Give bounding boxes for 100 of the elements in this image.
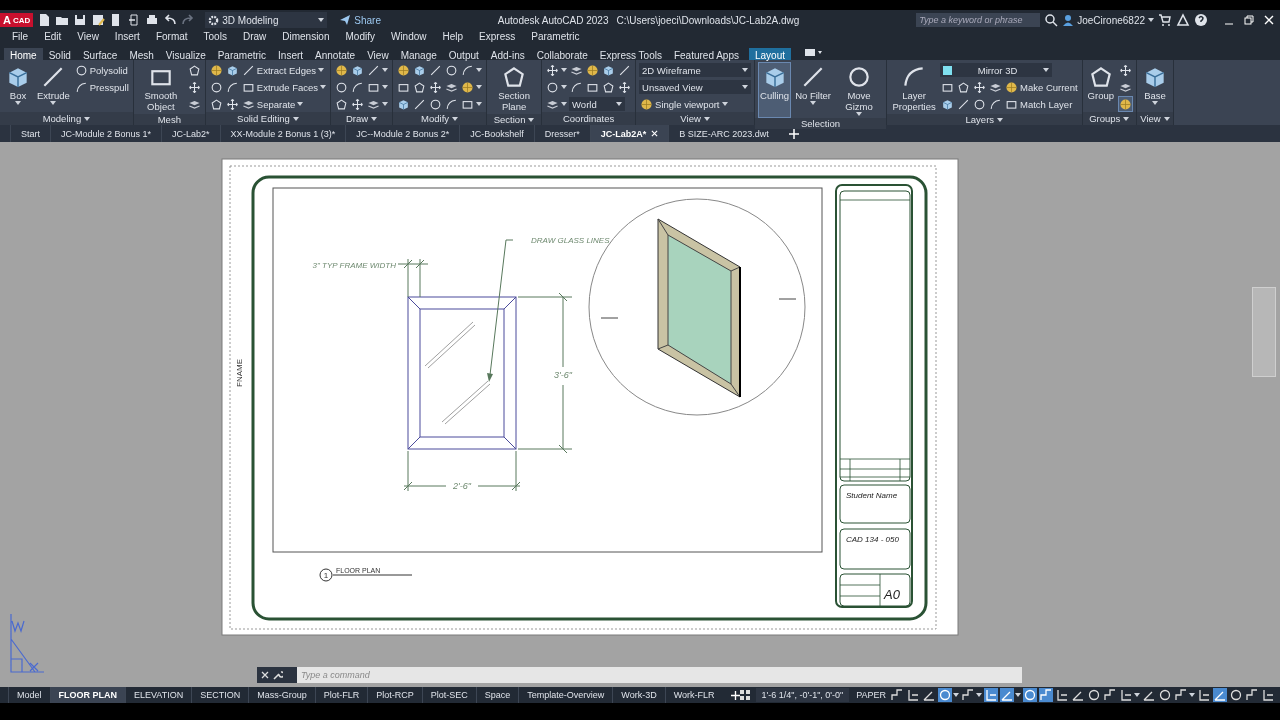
share-button[interactable]: Share xyxy=(339,14,381,26)
sheet-tab[interactable]: FLOOR PLAN xyxy=(49,687,125,703)
tool-button[interactable]: Extract Edges xyxy=(240,62,325,78)
menu-item[interactable]: Parametric xyxy=(523,31,588,42)
tool-button[interactable] xyxy=(545,62,569,78)
panel-title[interactable]: Modify xyxy=(393,112,487,125)
save-as-icon[interactable] xyxy=(91,13,106,27)
panel-toggle-icon[interactable] xyxy=(805,48,823,57)
panel-title[interactable]: Solid Editing xyxy=(205,112,331,125)
status-toggle[interactable] xyxy=(960,688,984,702)
panel-title[interactable]: Selection xyxy=(755,118,887,129)
ribbon-tab[interactable]: Insert xyxy=(272,48,310,60)
workspace-dropdown[interactable]: 3D Modeling xyxy=(205,12,328,28)
command-field[interactable]: Type a command xyxy=(297,667,1022,683)
status-toggle[interactable] xyxy=(1038,688,1055,702)
menu-item[interactable]: View xyxy=(69,31,107,42)
restore-icon[interactable] xyxy=(1242,13,1256,27)
ribbon-button[interactable]: No Filter xyxy=(793,62,834,118)
triangle-icon[interactable] xyxy=(1176,13,1190,27)
search-icon[interactable] xyxy=(1044,13,1059,27)
menu-item[interactable]: Dimension xyxy=(274,31,338,42)
grid-icon[interactable] xyxy=(739,690,750,700)
ribbon-button[interactable]: Section Plane xyxy=(490,62,539,114)
ribbon-button[interactable]: Base xyxy=(1140,62,1170,112)
ribbon-button[interactable]: Smooth Object xyxy=(136,62,185,114)
status-toggle[interactable] xyxy=(1173,688,1197,702)
ribbon-tab[interactable]: View xyxy=(361,48,395,60)
tool-button[interactable] xyxy=(208,62,224,78)
search-field[interactable]: Type a keyword or phrase xyxy=(916,13,1041,27)
ribbon-tab[interactable]: Solid xyxy=(42,48,77,60)
wrench-icon[interactable] xyxy=(273,670,283,680)
tool-button[interactable]: Presspull xyxy=(73,79,130,95)
menu-item[interactable]: Format xyxy=(147,31,196,42)
ribbon-tab[interactable]: Home xyxy=(4,48,43,60)
ribbon-button[interactable]: Culling xyxy=(758,62,792,118)
add-tab-icon[interactable] xyxy=(730,690,740,700)
tool-button[interactable]: Single viewport xyxy=(639,96,729,112)
dropdown[interactable]: World xyxy=(569,97,626,111)
status-toggle[interactable] xyxy=(1212,688,1229,702)
dropdown[interactable]: Unsaved View xyxy=(639,80,752,94)
panel-title[interactable]: Layers xyxy=(887,114,1082,125)
panel-title[interactable]: Coordinates xyxy=(542,112,636,125)
menu-item[interactable]: Tools xyxy=(195,31,235,42)
ribbon-tab[interactable]: Add-ins xyxy=(484,48,531,60)
status-toggle[interactable] xyxy=(983,688,1000,702)
close-icon[interactable] xyxy=(261,671,269,679)
panel-title[interactable]: View xyxy=(636,112,755,125)
ribbon-tab[interactable]: Collaborate xyxy=(530,48,594,60)
tool-button[interactable]: Make Current xyxy=(1004,79,1079,95)
tool-button[interactable]: Match Layer xyxy=(1004,96,1074,112)
help-icon[interactable] xyxy=(1194,13,1208,27)
ribbon-tab[interactable]: Mesh xyxy=(123,48,160,60)
app-logo[interactable]: A CAD xyxy=(0,13,34,27)
menu-item[interactable]: Edit xyxy=(36,31,70,42)
tool-button[interactable] xyxy=(585,62,601,78)
tool-button[interactable] xyxy=(972,79,988,95)
menu-item[interactable]: Modify xyxy=(337,31,383,42)
ribbon-tab[interactable]: Layout xyxy=(749,48,791,60)
save-icon[interactable] xyxy=(73,13,88,27)
status-toggle[interactable] xyxy=(1118,688,1142,702)
ribbon-tab[interactable]: Surface xyxy=(76,48,124,60)
tool-button[interactable] xyxy=(460,79,484,95)
tool-button[interactable] xyxy=(396,62,412,78)
status-toggle[interactable] xyxy=(999,688,1023,702)
undo-icon[interactable] xyxy=(163,13,178,27)
tool-button[interactable] xyxy=(350,96,366,112)
panel-title[interactable]: Modeling xyxy=(0,112,133,125)
ribbon-tab[interactable]: Output xyxy=(442,48,485,60)
user-menu[interactable]: JoeCirone6822 xyxy=(1062,14,1154,26)
menu-item[interactable]: File xyxy=(4,31,37,42)
layer-dropdown[interactable]: Mirror 3D xyxy=(940,63,1053,77)
ribbon-button[interactable]: Extrude xyxy=(35,62,72,112)
ribbon-tab[interactable]: Visualize xyxy=(159,48,212,60)
panel-title[interactable]: View xyxy=(1137,112,1173,125)
tool-button[interactable] xyxy=(428,79,444,95)
tool-button[interactable] xyxy=(334,62,350,78)
tool-button[interactable] xyxy=(617,79,633,95)
cart-icon[interactable] xyxy=(1158,13,1172,27)
new-file-icon[interactable] xyxy=(37,13,52,27)
menu-item[interactable]: Draw xyxy=(234,31,275,42)
status-toggle[interactable] xyxy=(937,688,961,702)
ribbon-tab[interactable]: Manage xyxy=(394,48,443,60)
dropdown[interactable]: 2D Wireframe xyxy=(639,63,752,77)
tool-button[interactable]: Extrude Faces xyxy=(240,79,328,95)
menu-item[interactable]: Express xyxy=(471,31,524,42)
panel-title[interactable]: Mesh xyxy=(133,114,205,125)
panel-title[interactable]: Groups xyxy=(1082,112,1136,125)
menu-item[interactable]: Help xyxy=(434,31,472,42)
ribbon-tab[interactable]: Featured Apps xyxy=(667,48,745,60)
tool-button[interactable]: Polysolid xyxy=(73,62,129,78)
ribbon-tab[interactable]: Parametric xyxy=(211,48,273,60)
print-icon[interactable] xyxy=(145,13,160,27)
ribbon-button[interactable]: Layer Properties xyxy=(890,62,939,114)
file-tab[interactable]: JC-Lab2A* xyxy=(589,125,669,142)
tool-button[interactable] xyxy=(1118,96,1133,112)
tool-button[interactable]: Separate xyxy=(240,96,305,112)
status-toggle[interactable] xyxy=(1022,688,1039,702)
tool-button[interactable] xyxy=(186,79,202,95)
ribbon-button[interactable]: Box xyxy=(3,62,33,112)
tool-button[interactable] xyxy=(1118,62,1133,78)
